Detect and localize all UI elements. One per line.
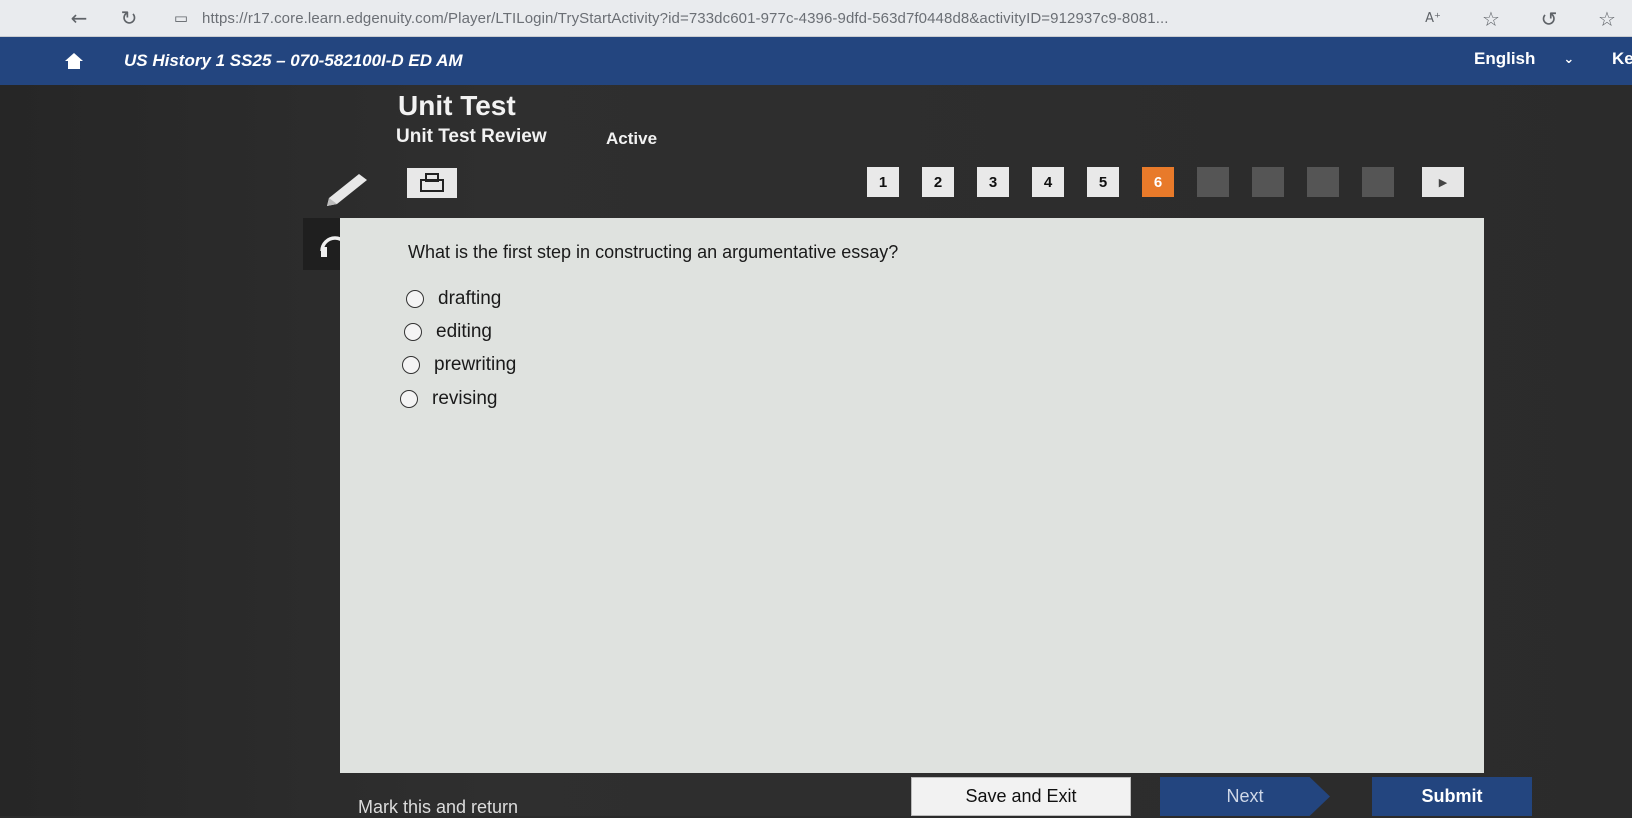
favorite-star-icon[interactable]: ☆	[1476, 4, 1506, 34]
user-name[interactable]: Ke	[1612, 49, 1632, 69]
read-aloud-icon[interactable]: A⁺	[1418, 4, 1448, 34]
submit-button[interactable]: Submit	[1372, 777, 1532, 816]
sync-icon[interactable]: ↺	[1534, 4, 1564, 34]
question-number-button-locked	[1252, 167, 1284, 197]
language-select[interactable]: English ⌄	[1474, 49, 1574, 69]
lock-icon: ▭	[173, 9, 189, 27]
next-button[interactable]: Next	[1160, 777, 1330, 816]
mark-and-return-link[interactable]: Mark this and return	[358, 797, 518, 818]
caret-right-icon: ▶	[1438, 175, 1448, 189]
question-number-button-locked	[1307, 167, 1339, 197]
page-title: Unit Test	[398, 90, 516, 121]
favorites-icon[interactable]: ☆	[1592, 4, 1622, 34]
print-button[interactable]	[407, 168, 457, 198]
question-prompt: What is the first step in constructing a…	[408, 242, 899, 262]
address-bar[interactable]: https://r17.core.learn.edgenuity.com/Pla…	[202, 10, 1342, 27]
printer-icon	[420, 173, 444, 192]
answer-option-label: editing	[436, 321, 492, 342]
browser-toolbar: ← ↻ ▭ https://r17.core.learn.edgenuity.c…	[0, 0, 1632, 37]
language-label: English	[1474, 49, 1536, 68]
activity-footer: Mark this and return Save and Exit Next …	[340, 773, 1532, 818]
question-number-button[interactable]: 2	[922, 167, 954, 197]
chevron-down-icon: ⌄	[1563, 51, 1575, 67]
question-number-button[interactable]: 5	[1087, 167, 1119, 197]
course-title: US History 1 SS25 – 070-582100I-D ED AM	[124, 51, 463, 70]
activity-subtitle: Unit Test Review	[396, 126, 547, 147]
refresh-icon[interactable]: ↻	[114, 3, 144, 33]
answer-option[interactable]: revising	[400, 388, 497, 410]
radio-button[interactable]	[400, 390, 418, 408]
answer-option-label: drafting	[438, 288, 502, 309]
app-header: US History 1 SS25 – 070-582100I-D ED AM …	[0, 37, 1632, 85]
answer-option-label: revising	[432, 388, 498, 409]
question-number-button-locked	[1362, 167, 1394, 197]
question-card: What is the first step in constructing a…	[340, 218, 1484, 773]
question-number-button[interactable]: 3	[977, 167, 1009, 197]
radio-button[interactable]	[404, 323, 422, 341]
question-number-button-locked	[1197, 167, 1229, 197]
answer-option[interactable]: prewriting	[402, 354, 516, 376]
radio-button[interactable]	[402, 356, 420, 374]
save-and-exit-button[interactable]: Save and Exit	[911, 777, 1131, 816]
status-badge: Active	[606, 129, 658, 148]
question-number-button[interactable]: 1	[867, 167, 899, 197]
question-number-button[interactable]: 4	[1032, 167, 1064, 197]
home-icon[interactable]	[64, 51, 84, 71]
radio-button[interactable]	[406, 290, 424, 308]
back-arrow-icon[interactable]: ←	[64, 3, 94, 33]
question-number-button-current[interactable]: 6	[1142, 167, 1174, 197]
pencil-icon[interactable]	[325, 168, 373, 208]
next-questions-button[interactable]: ▶	[1422, 167, 1464, 197]
answer-option[interactable]: editing	[404, 321, 492, 343]
answer-option-label: prewriting	[434, 354, 517, 375]
answer-option[interactable]: drafting	[406, 288, 501, 310]
